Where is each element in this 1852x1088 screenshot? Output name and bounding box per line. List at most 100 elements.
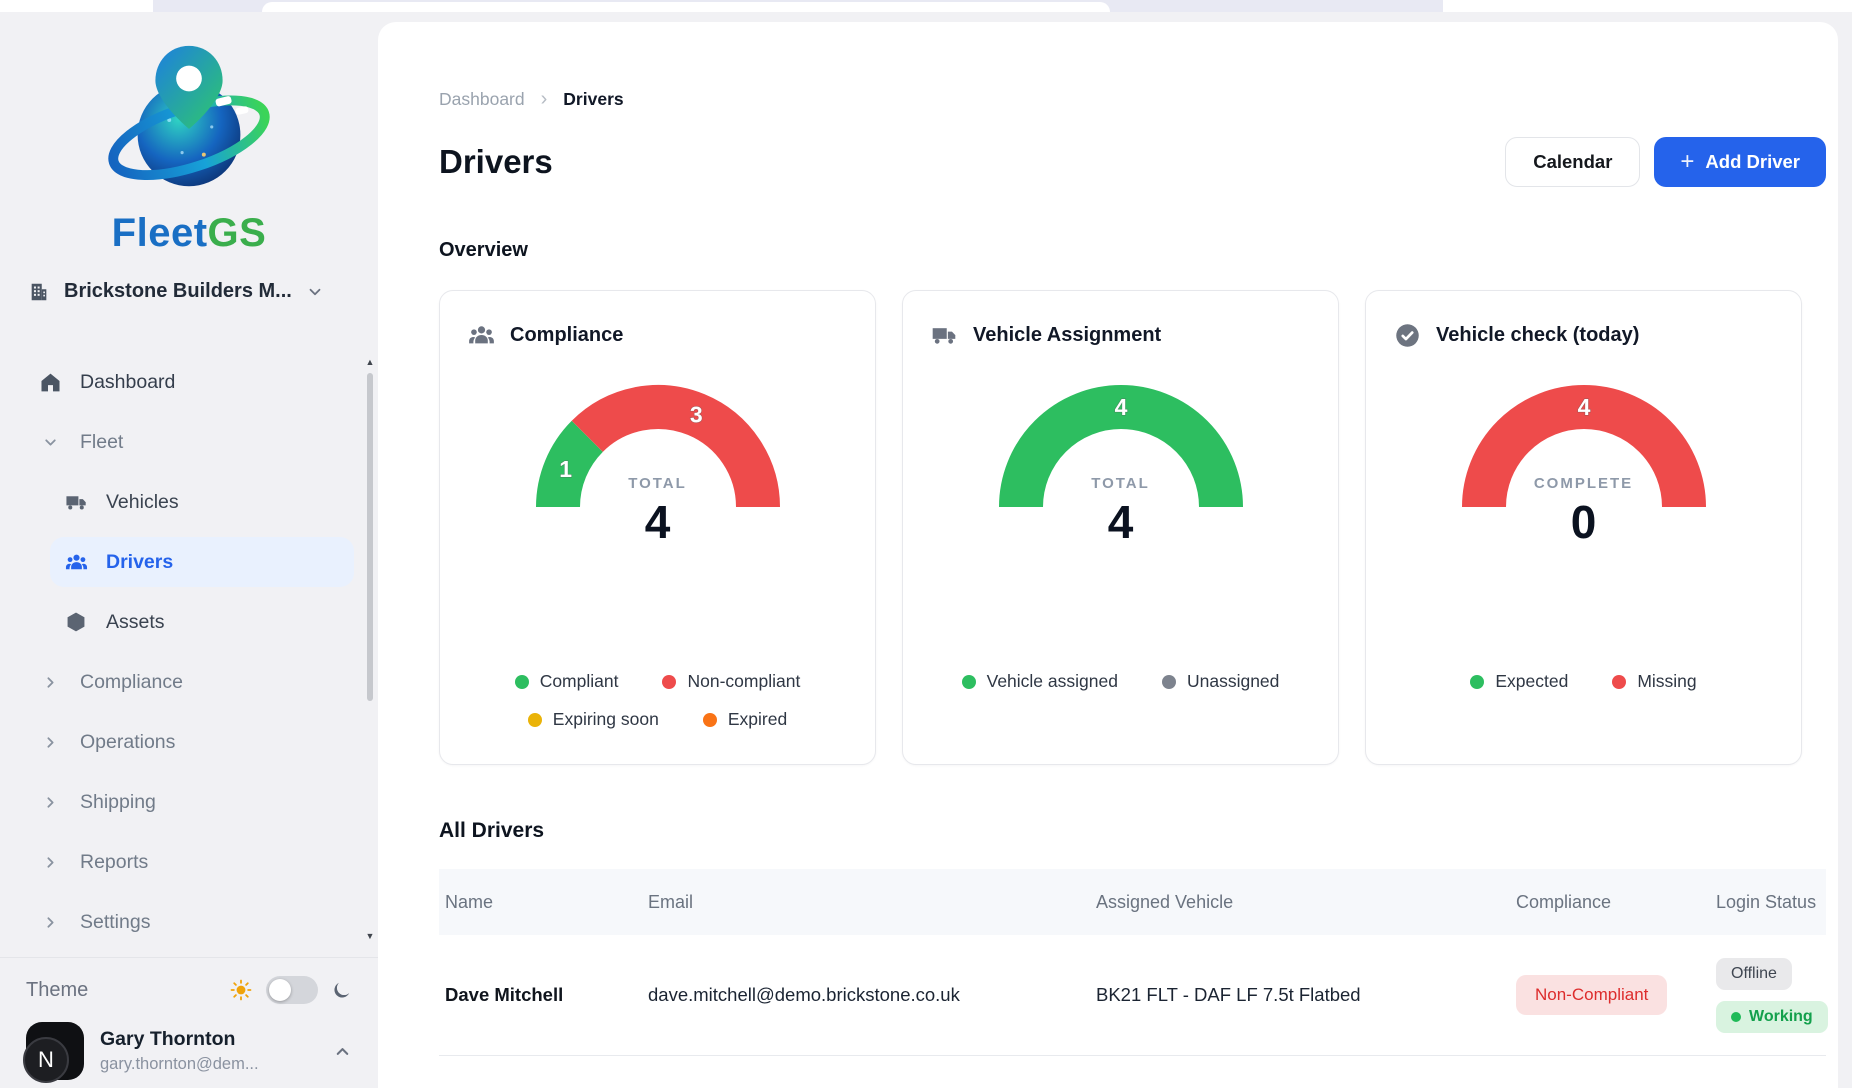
compliance-card: Compliance 13 TOTAL 4 CompliantNon-compl… <box>439 290 876 765</box>
card-header: Vehicle Assignment <box>931 321 1310 349</box>
working-status-dot <box>1731 1012 1741 1022</box>
chevron-down-icon <box>38 430 62 454</box>
check-circle-icon <box>1394 322 1421 349</box>
legend-dot <box>1162 675 1176 689</box>
chevron-right-icon <box>38 790 62 814</box>
non-compliant-badge: Non-Compliant <box>1516 975 1667 1015</box>
sidebar-item-vehicles[interactable]: Vehicles <box>50 477 354 527</box>
login-status-cell: Offline Working <box>1710 958 1828 1033</box>
legend-label: Expired <box>728 709 787 730</box>
gauge-center-value: 0 <box>1434 495 1734 549</box>
avatar: N <box>26 1022 84 1080</box>
sidebar-group-settings[interactable]: Settings <box>24 897 354 947</box>
legend-item: Compliant <box>515 671 619 692</box>
legend-label: Compliant <box>540 671 619 692</box>
legend-label: Non-compliant <box>687 671 800 692</box>
moon-icon <box>331 980 352 1001</box>
card-header: Vehicle check (today) <box>1394 321 1773 349</box>
sidebar-item-label: Drivers <box>106 551 173 574</box>
gauge-segment <box>587 407 758 507</box>
gauge-center-label: TOTAL <box>971 475 1271 492</box>
calendar-button[interactable]: Calendar <box>1505 137 1640 187</box>
legend-dot <box>528 713 542 727</box>
gauge-segment-value: 4 <box>1577 394 1590 420</box>
theme-label: Theme <box>26 979 229 1002</box>
theme-toggle[interactable] <box>266 976 318 1004</box>
gauge-center-value: 4 <box>971 495 1271 549</box>
sidebar-item-label: Dashboard <box>80 371 175 394</box>
cube-icon <box>64 610 88 634</box>
legend-dot <box>662 675 676 689</box>
legend-item: Unassigned <box>1162 671 1279 692</box>
building-icon <box>28 281 50 303</box>
vehicle-check-card: Vehicle check (today) 4 COMPLETE 0 Expec… <box>1365 290 1802 765</box>
chevron-right-icon <box>38 670 62 694</box>
theme-row: Theme <box>26 976 352 1004</box>
sun-icon <box>229 978 253 1002</box>
sidebar-nav: Dashboard Fleet Vehicles Drivers Assets … <box>0 327 378 957</box>
card-header: Compliance <box>468 321 847 349</box>
assigned-vehicle-cell: BK21 FLT - DAF LF 7.5t Flatbed <box>1090 984 1510 1006</box>
vehicle-assignment-card: Vehicle Assignment 4 TOTAL 4 Vehicle ass… <box>902 290 1339 765</box>
scroll-up-arrow[interactable]: ▲ <box>364 357 376 367</box>
sidebar: FleetGS Brickstone Builders M... Dashboa… <box>0 12 378 1088</box>
driver-name-cell: Dave Mitchell <box>439 984 642 1006</box>
overview-heading: Overview <box>439 239 1826 262</box>
gauge-segment-value: 3 <box>689 402 702 428</box>
sidebar-group-label: Settings <box>80 911 150 934</box>
legend-item: Expiring soon <box>528 709 659 730</box>
header-actions: Calendar + Add Driver <box>1505 137 1826 187</box>
working-label: Working <box>1749 1008 1813 1026</box>
sidebar-group-shipping[interactable]: Shipping <box>24 777 354 827</box>
card-title: Vehicle check (today) <box>1436 324 1639 347</box>
users-icon <box>64 550 88 574</box>
column-header-name: Name <box>439 892 642 913</box>
sidebar-item-label: Assets <box>106 611 165 634</box>
card-title: Vehicle Assignment <box>973 324 1161 347</box>
breadcrumb-current: Drivers <box>563 89 623 110</box>
table-header: Name Email Assigned Vehicle Compliance L… <box>439 869 1826 935</box>
chevron-down-icon <box>306 283 324 301</box>
column-header-email: Email <box>642 892 1090 913</box>
legend-label: Expected <box>1495 671 1568 692</box>
sidebar-item-drivers[interactable]: Drivers <box>50 537 354 587</box>
add-driver-button[interactable]: + Add Driver <box>1654 137 1826 187</box>
sidebar-group-label: Operations <box>80 731 175 754</box>
table-row[interactable]: Dave Mitchell dave.mitchell@demo.brickst… <box>439 935 1826 1056</box>
breadcrumb-separator-icon: › <box>541 88 548 111</box>
legend-dot <box>703 713 717 727</box>
company-name: Brickstone Builders M... <box>64 280 292 303</box>
sidebar-group-fleet[interactable]: Fleet <box>24 417 354 467</box>
legend-item: Expired <box>703 709 787 730</box>
chevron-right-icon <box>38 850 62 874</box>
legend-item: Non-compliant <box>662 671 800 692</box>
sidebar-group-operations[interactable]: Operations <box>24 717 354 767</box>
breadcrumb-dashboard[interactable]: Dashboard <box>439 89 525 110</box>
column-header-assigned-vehicle: Assigned Vehicle <box>1090 892 1510 913</box>
sidebar-group-reports[interactable]: Reports <box>24 837 354 887</box>
sidebar-item-assets[interactable]: Assets <box>50 597 354 647</box>
legend-label: Expiring soon <box>553 709 659 730</box>
sidebar-item-dashboard[interactable]: Dashboard <box>24 357 354 407</box>
brand-fleet: Fleet <box>112 211 208 255</box>
legend-item: Expected <box>1470 671 1568 692</box>
scrollbar-thumb[interactable] <box>367 373 373 701</box>
chevron-right-icon <box>38 730 62 754</box>
user-menu[interactable]: N Gary Thornton gary.thornton@dem... <box>26 1022 352 1080</box>
column-header-login-status: Login Status <box>1710 892 1826 913</box>
fleetgs-logo-icon <box>104 36 274 204</box>
avatar-letter: N <box>23 1037 69 1083</box>
legend-label: Vehicle assigned <box>987 671 1118 692</box>
truck-icon <box>931 322 958 349</box>
working-badge: Working <box>1716 1001 1828 1033</box>
scroll-down-arrow[interactable]: ▼ <box>364 931 376 941</box>
users-icon <box>468 322 495 349</box>
user-email: gary.thornton@dem... <box>100 1055 317 1074</box>
legend-dot <box>1470 675 1484 689</box>
sidebar-scrollbar[interactable]: ▲ ▼ <box>364 357 376 941</box>
sidebar-group-compliance[interactable]: Compliance <box>24 657 354 707</box>
sidebar-footer: Theme N Gary Thornton gary.thornton@dem.… <box>0 957 378 1088</box>
company-selector[interactable]: Brickstone Builders M... <box>28 280 378 303</box>
toggle-knob[interactable] <box>269 979 291 1001</box>
browser-tab <box>262 2 1110 12</box>
